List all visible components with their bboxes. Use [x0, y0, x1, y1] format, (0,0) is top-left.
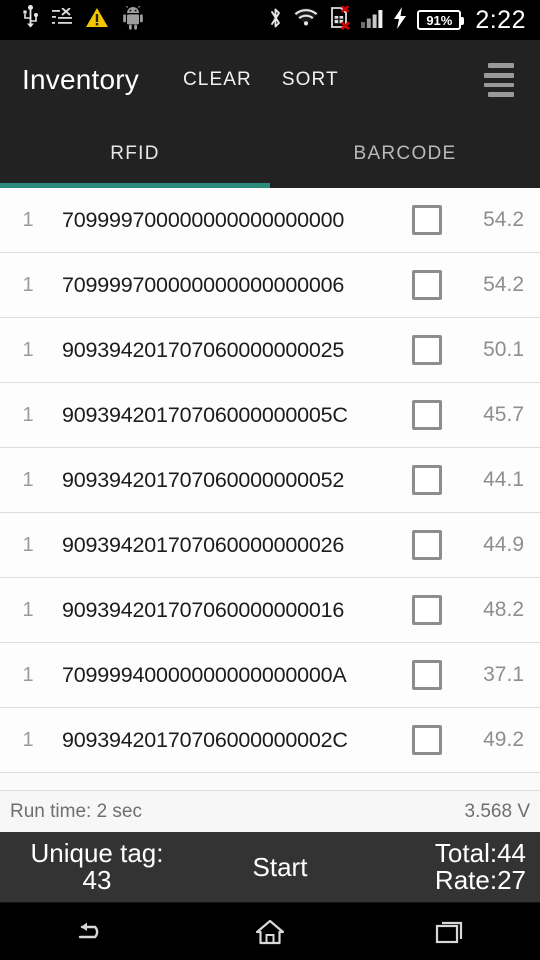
tab-active-indicator [0, 183, 270, 188]
app-root: 91% 2:22 Inventory CLEAR SORT RFID BARCO… [0, 0, 540, 960]
scan-stats: Total:44 Rate:27 [370, 837, 540, 895]
table-row[interactable]: 1 90939420170706000000002C 49.2 [0, 708, 540, 773]
recent-apps-icon[interactable] [405, 909, 495, 955]
row-epc: 909394201707060000000052 [62, 467, 345, 492]
tab-bar: RFID BARCODE [0, 120, 540, 188]
row-epc: 709999700000000000000006 [62, 272, 345, 297]
row-epc: 909394201707060000000025 [62, 337, 345, 362]
warning-triangle-icon [85, 7, 109, 34]
row-epc: 909394201707060000000026 [62, 532, 345, 557]
table-row[interactable]: 1 909394201707060000000052 44.1 [0, 448, 540, 513]
row-epc: 70999940000000000000000A [62, 662, 347, 687]
info-strip: Run time: 2 sec 3.568 V [0, 790, 540, 832]
row-count: 1 [22, 533, 34, 556]
voltage-label: 3.568 V [464, 800, 531, 822]
row-count: 1 [22, 403, 34, 426]
row-checkbox-cell[interactable] [396, 465, 458, 495]
row-epc: 90939420170706000000005C [62, 402, 348, 427]
run-time-label: Run time: 2 sec [10, 800, 142, 822]
row-epc: 909394201707060000000016 [62, 597, 345, 622]
row-checkbox-cell[interactable] [396, 660, 458, 690]
page-title: Inventory [22, 64, 139, 95]
android-robot-icon [122, 4, 144, 35]
table-row[interactable]: 1 90939420170706000000005C 45.7 [0, 383, 540, 448]
status-bar-clock: 2:22 [475, 5, 526, 34]
row-epc: 709999700000000000000000 [62, 207, 345, 232]
row-checkbox-cell[interactable] [396, 530, 458, 560]
table-row[interactable]: 1 709999700000000000000006 54.2 [0, 253, 540, 318]
row-rssi: 54.2 [483, 208, 524, 231]
clear-button[interactable]: CLEAR [183, 69, 252, 91]
table-row[interactable]: 1 70999940000000000000000A 37.1 [0, 643, 540, 708]
battery-percent-label: 91% [426, 12, 453, 28]
tab-barcode-label: BARCODE [353, 143, 457, 164]
charging-bolt-icon [393, 6, 407, 34]
row-checkbox-cell[interactable] [396, 595, 458, 625]
start-button[interactable]: Start [190, 852, 370, 883]
row-checkbox[interactable] [412, 465, 442, 495]
home-icon[interactable] [225, 909, 315, 955]
control-bar: Unique tag: 43 Start Total:44 Rate:27 [0, 832, 540, 902]
row-count: 1 [22, 663, 34, 686]
row-count: 1 [22, 208, 34, 231]
row-checkbox[interactable] [412, 335, 442, 365]
row-checkbox[interactable] [412, 725, 442, 755]
total-count-label: Total:44 [434, 837, 526, 868]
tab-rfid-label: RFID [110, 143, 160, 164]
row-rssi: 44.9 [483, 533, 524, 556]
sort-button[interactable]: SORT [282, 69, 339, 91]
table-row[interactable]: 1 909394201707060000000025 50.1 [0, 318, 540, 383]
row-checkbox-cell[interactable] [396, 270, 458, 300]
rate-label: Rate:27 [434, 865, 526, 895]
unique-tag-label: Unique tag: [30, 837, 164, 868]
row-checkbox[interactable] [412, 595, 442, 625]
table-row[interactable]: 1 709999700000000000000000 54.2 [0, 188, 540, 253]
row-checkbox[interactable] [412, 530, 442, 560]
row-rssi: 54.2 [483, 273, 524, 296]
row-checkbox-cell[interactable] [396, 205, 458, 235]
status-bar-left-icons [10, 4, 144, 35]
wifi-icon [293, 7, 319, 33]
row-checkbox[interactable] [412, 400, 442, 430]
table-row[interactable]: 1 909394201707060000000026 44.9 [0, 513, 540, 578]
row-rssi: 37.1 [483, 663, 524, 686]
row-epc: 90939420170706000000002C [62, 727, 348, 752]
row-rssi: 50.1 [483, 338, 524, 361]
row-checkbox-cell[interactable] [396, 400, 458, 430]
row-count: 1 [22, 273, 34, 296]
android-nav-bar [0, 902, 540, 960]
sim-card-error-icon [329, 4, 351, 35]
back-arrow-icon[interactable] [45, 909, 135, 955]
table-row[interactable]: 1 909394201707060000000016 48.2 [0, 578, 540, 643]
row-count: 1 [22, 598, 34, 621]
status-bar: 91% 2:22 [0, 0, 540, 40]
tab-inactive-indicator [270, 183, 540, 188]
status-bar-right-icons: 91% 2:22 [268, 4, 530, 35]
hamburger-menu-icon[interactable] [484, 63, 518, 97]
row-count: 1 [22, 468, 34, 491]
tab-barcode[interactable]: BARCODE [270, 120, 540, 188]
usb-icon [22, 5, 39, 35]
row-checkbox[interactable] [412, 660, 442, 690]
row-rssi: 48.2 [483, 598, 524, 621]
row-checkbox-cell[interactable] [396, 335, 458, 365]
battery-indicator: 91% [417, 10, 465, 30]
action-bar-buttons: CLEAR SORT [183, 69, 339, 91]
signal-bars-icon [361, 8, 383, 33]
row-rssi: 45.7 [483, 403, 524, 426]
row-rssi: 49.2 [483, 728, 524, 751]
row-checkbox[interactable] [412, 205, 442, 235]
row-checkbox[interactable] [412, 270, 442, 300]
row-count: 1 [22, 728, 34, 751]
list-dismiss-icon [52, 6, 72, 33]
tab-rfid[interactable]: RFID [0, 120, 270, 188]
action-bar: Inventory CLEAR SORT [0, 40, 540, 120]
bluetooth-icon [268, 6, 283, 35]
row-count: 1 [22, 338, 34, 361]
unique-tag-value: 43 [82, 865, 112, 895]
tag-list[interactable]: 1 709999700000000000000000 54.2 1 709999… [0, 188, 540, 790]
row-rssi: 44.1 [483, 468, 524, 491]
unique-tag-counter: Unique tag: 43 [0, 837, 190, 895]
row-checkbox-cell[interactable] [396, 725, 458, 755]
